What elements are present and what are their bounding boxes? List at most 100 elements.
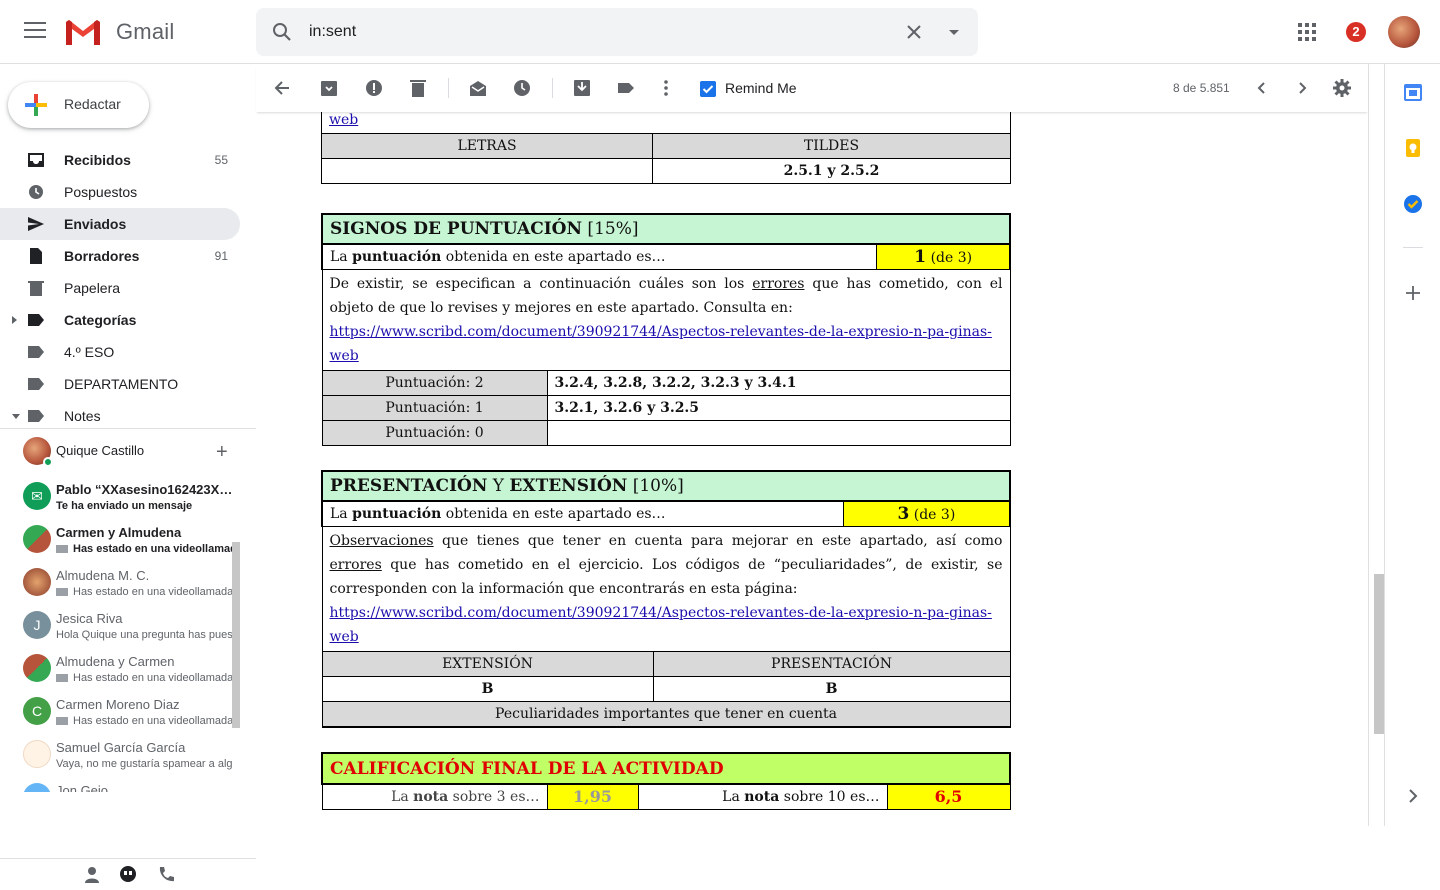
chat-self[interactable]: Quique Castillo + bbox=[0, 434, 256, 470]
obs-underlined: Observaciones bbox=[329, 533, 434, 549]
label-tag-icon[interactable] bbox=[616, 78, 636, 98]
back-arrow-icon[interactable] bbox=[272, 78, 292, 98]
search-input[interactable]: in:sent bbox=[309, 23, 356, 41]
chat-contact[interactable]: J Jesica Riva Hola Quique una pregunta h… bbox=[0, 605, 240, 648]
scribd-link[interactable]: web bbox=[329, 112, 358, 128]
nav-item-inbox[interactable]: Recibidos 55 bbox=[0, 144, 240, 176]
snooze-clock-icon[interactable] bbox=[512, 78, 532, 98]
contact-name: Almudena y Carmen bbox=[56, 654, 175, 669]
chat-footer bbox=[0, 858, 256, 890]
contact-name: Carmen y Almudena bbox=[56, 525, 182, 540]
nav-label: 4.º ESO bbox=[64, 344, 115, 360]
obs-text: que has cometido en el ejercicio. Los có… bbox=[329, 557, 1003, 597]
nav-item-label-departamento[interactable]: DEPARTAMENTO bbox=[0, 368, 240, 400]
new-chat-plus-icon[interactable]: + bbox=[216, 442, 228, 462]
keep-bulb-icon[interactable] bbox=[1403, 138, 1423, 158]
hangouts-icon[interactable] bbox=[118, 865, 138, 885]
move-to-icon[interactable] bbox=[572, 78, 592, 98]
contact-message: Has estado en una videollamada bbox=[56, 672, 232, 684]
section-heading: PRESENTACIÓN Y EXTENSIÓN [10%] bbox=[321, 470, 1011, 502]
expand-caret-icon[interactable] bbox=[12, 316, 17, 324]
section-description: De existir, se especifican a continuació… bbox=[321, 269, 1011, 371]
tasks-check-icon[interactable] bbox=[1403, 194, 1423, 214]
draft-icon bbox=[30, 248, 42, 264]
sidebar: Redactar Recibidos 55 Pospuestos Enviado… bbox=[0, 64, 256, 883]
compose-button[interactable]: Redactar bbox=[8, 82, 149, 128]
contact-message-text: Has estado en una videollamada bbox=[73, 715, 232, 727]
score-label-bold: puntuación bbox=[352, 506, 442, 522]
online-status-icon bbox=[43, 457, 53, 467]
search-options-icon[interactable] bbox=[942, 20, 966, 44]
table-cell: B bbox=[321, 676, 654, 702]
nav-item-snoozed[interactable]: Pospuestos bbox=[0, 176, 240, 208]
notifications-badge[interactable]: 2 bbox=[1346, 22, 1366, 42]
nav-label: Notes bbox=[64, 408, 101, 424]
score-value: 1 (de 3) bbox=[876, 243, 1012, 270]
newer-chevron-left-icon[interactable] bbox=[1252, 78, 1272, 98]
main-menu-icon[interactable] bbox=[24, 22, 46, 40]
scribd-link[interactable]: https://www.scribd.com/document/39092174… bbox=[330, 605, 992, 645]
chat-contact[interactable]: C Carmen Moreno Diaz Has estado en una v… bbox=[0, 691, 240, 734]
grade-label-bold: nota bbox=[413, 788, 449, 805]
contact-message: Hola Quique una pregunta has puesto bbox=[56, 629, 232, 641]
contact-message: Has estado en una videollamada bbox=[56, 586, 232, 598]
grade-label-10: La nota sobre 10 es… bbox=[637, 783, 888, 810]
contacts-person-icon[interactable] bbox=[82, 865, 102, 885]
desc-text: De existir, se especifican a continuació… bbox=[329, 276, 753, 292]
divider bbox=[448, 78, 449, 98]
contact-name: Jon Gejo bbox=[56, 783, 109, 792]
nav-count: 91 bbox=[214, 249, 228, 263]
row-value: 3.2.1, 3.2.6 y 3.2.5 bbox=[546, 395, 1011, 421]
phone-icon[interactable] bbox=[156, 865, 176, 885]
grade-label-3: La nota sobre 3 es… bbox=[321, 783, 548, 810]
nav-item-sent[interactable]: Enviados bbox=[0, 208, 240, 240]
gmail-logo[interactable]: Gmail bbox=[64, 16, 174, 48]
avatar: C bbox=[23, 697, 51, 725]
report-spam-icon[interactable] bbox=[364, 78, 384, 98]
grade-label-pre: La bbox=[722, 788, 745, 805]
nav-item-drafts[interactable]: Borradores 91 bbox=[0, 240, 240, 272]
score-label-post: obtenida en este apartado es… bbox=[441, 506, 666, 522]
delete-icon[interactable] bbox=[408, 78, 428, 98]
row-value bbox=[546, 420, 1011, 446]
chat-contact[interactable]: Samuel García García Vaya, no me gustarí… bbox=[0, 734, 240, 777]
contact-message-text: Has estado en una videollamada bbox=[73, 543, 232, 555]
nav-item-label-4eso[interactable]: 4.º ESO bbox=[0, 336, 240, 368]
inbox-icon bbox=[28, 153, 44, 167]
contact-message-text: Has estado en una videollamada bbox=[73, 586, 232, 598]
clock-icon bbox=[29, 185, 43, 199]
nav-item-trash[interactable]: Papelera bbox=[0, 272, 240, 304]
archive-icon[interactable] bbox=[319, 78, 339, 98]
remind-me-label[interactable]: Remind Me bbox=[725, 80, 797, 96]
remind-me-checkbox[interactable] bbox=[700, 81, 716, 97]
chat-contact[interactable]: Carmen y Almudena Has estado en una vide… bbox=[0, 519, 240, 562]
search-icon[interactable] bbox=[270, 20, 294, 44]
settings-gear-icon[interactable] bbox=[1332, 78, 1352, 98]
video-call-icon bbox=[56, 588, 68, 597]
chat-scrollbar[interactable] bbox=[232, 542, 240, 728]
scribd-link[interactable]: https://www.scribd.com/document/39092174… bbox=[330, 324, 992, 364]
clear-search-icon[interactable] bbox=[902, 20, 926, 44]
account-avatar[interactable] bbox=[1388, 16, 1420, 48]
obs-text: que tienes que tener en cuenta para mejo… bbox=[433, 533, 1003, 549]
chat-contact[interactable]: Almudena M. C. Has estado en una videoll… bbox=[0, 562, 240, 605]
mark-unread-icon[interactable] bbox=[468, 78, 488, 98]
chat-contact[interactable]: Almudena y Carmen Has estado en una vide… bbox=[0, 648, 240, 691]
search-box[interactable]: in:sent bbox=[256, 8, 978, 56]
add-addon-plus-icon[interactable] bbox=[1405, 285, 1421, 301]
video-call-icon bbox=[56, 674, 68, 683]
older-chevron-right-icon[interactable] bbox=[1292, 78, 1312, 98]
nav-item-categories[interactable]: Categorías bbox=[0, 304, 240, 336]
chat-contact[interactable]: ✉ Pablo “XXasesino162423X… Te ha enviado… bbox=[0, 476, 240, 519]
label-icon bbox=[28, 378, 44, 390]
collapse-caret-icon[interactable] bbox=[12, 414, 20, 419]
apps-grid-icon[interactable] bbox=[1297, 22, 1317, 42]
content-scrollbar[interactable] bbox=[1374, 574, 1384, 734]
more-vert-icon[interactable] bbox=[656, 78, 676, 98]
chat-contact[interactable]: Jon Gejo bbox=[0, 777, 240, 792]
section-weight: [10%] bbox=[627, 476, 684, 496]
app-name: Gmail bbox=[116, 19, 175, 44]
expand-panel-chevron-icon[interactable] bbox=[1405, 788, 1421, 804]
column-header: LETRAS bbox=[321, 132, 653, 159]
calendar-icon[interactable] bbox=[1403, 82, 1423, 102]
